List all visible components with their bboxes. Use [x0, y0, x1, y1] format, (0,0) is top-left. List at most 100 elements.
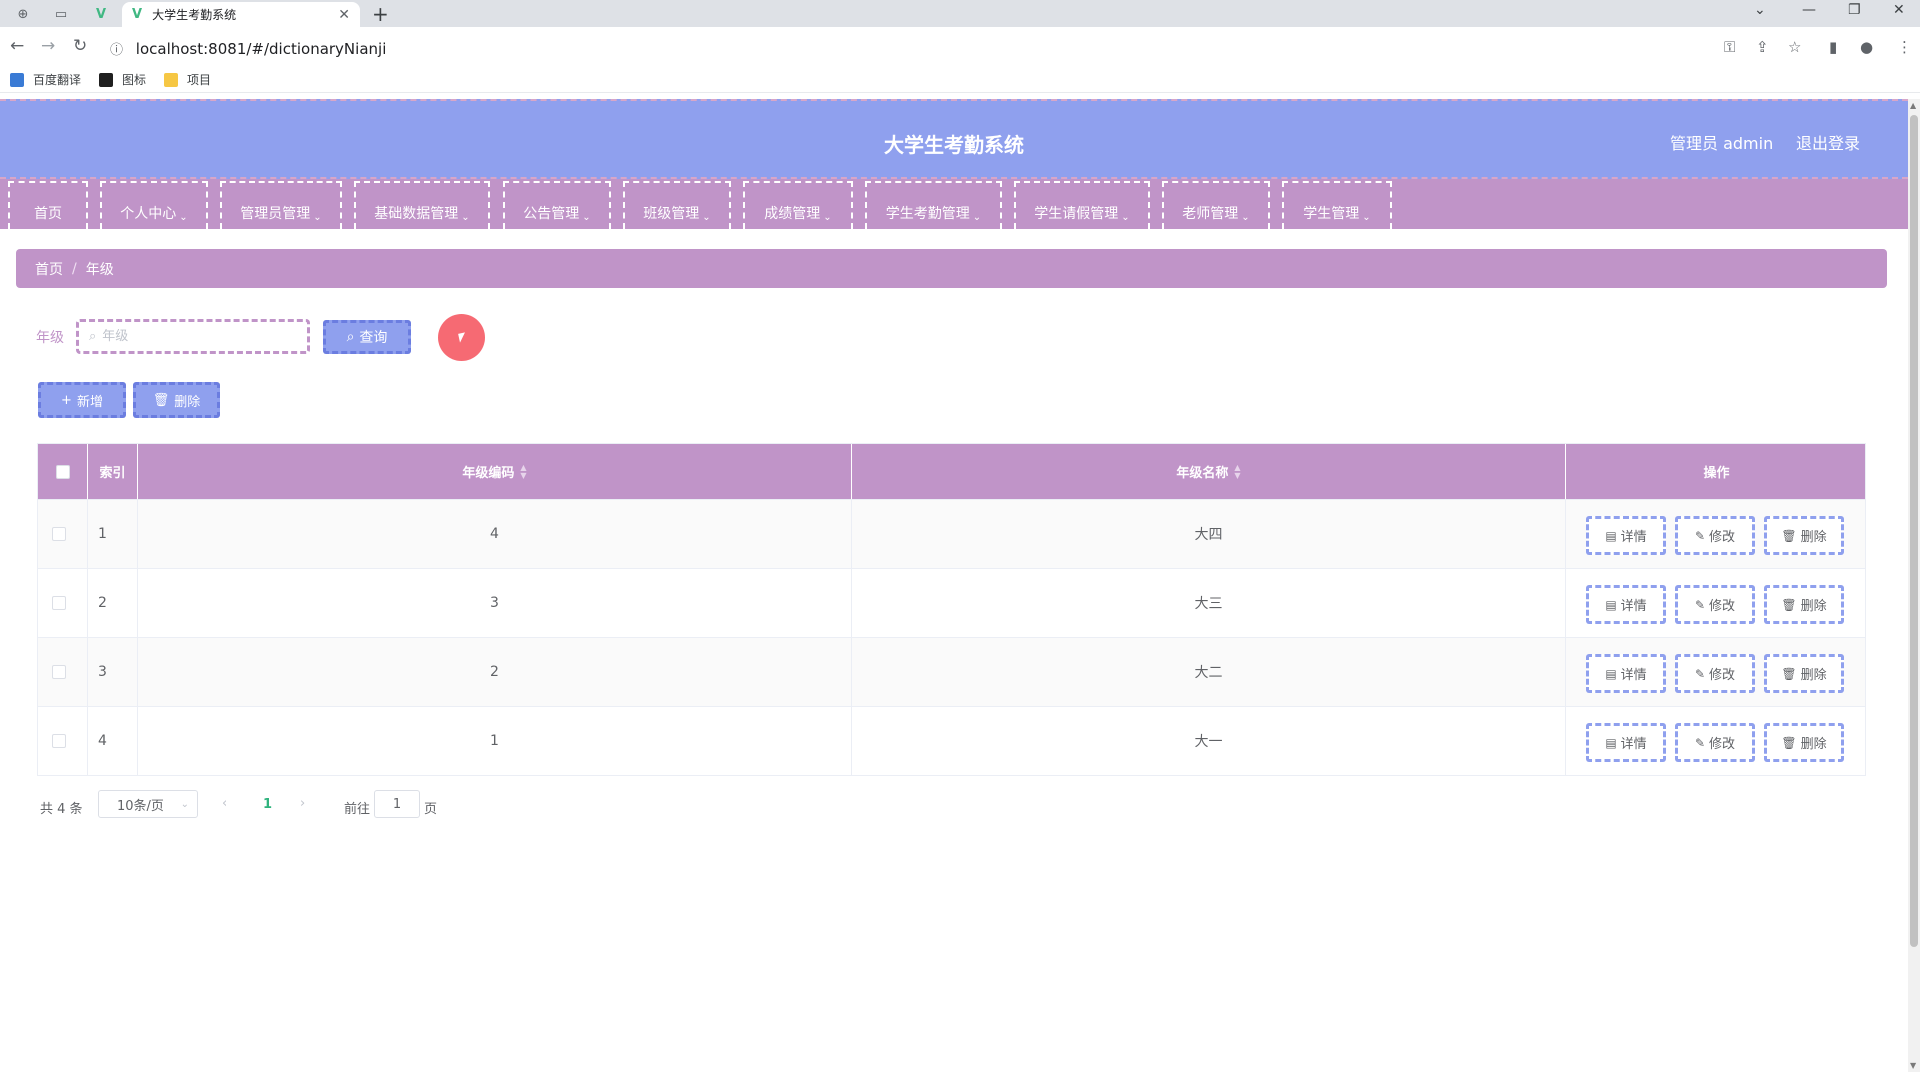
edit-button[interactable]: ✎ 修改	[1675, 723, 1755, 762]
detail-button[interactable]: ▤ 详情	[1586, 723, 1666, 762]
detail-button[interactable]: ▤ 详情	[1586, 516, 1666, 555]
add-button[interactable]: + 新增	[38, 382, 126, 418]
row-select-cell	[38, 707, 88, 775]
detail-button-label: 详情	[1620, 599, 1647, 614]
pagination: 共 4 条 10条/页 ⌄ ‹ 1 › 前往 1 页	[0, 790, 1920, 820]
trash-icon: 🗑	[1781, 735, 1797, 750]
menu-item-label: 基础数据管理	[374, 206, 459, 222]
tab-search-icon[interactable]: ⌄	[1754, 2, 1766, 18]
row-checkbox[interactable]	[52, 734, 66, 748]
table-row: 2 3 大三 ▤ 详情 ✎ 修改 🗑 删除	[38, 568, 1865, 637]
menu-item[interactable]: 公告管理 ⌄	[503, 181, 611, 229]
prev-page-icon[interactable]: ‹	[222, 796, 227, 811]
sort-icon[interactable]: ▲ ▼	[520, 463, 526, 480]
page-size-select[interactable]: 10条/页 ⌄	[98, 790, 198, 818]
menu-item[interactable]: 管理员管理 ⌄	[220, 181, 342, 229]
edit-button[interactable]: ✎ 修改	[1675, 516, 1755, 555]
grade-search-field[interactable]	[102, 329, 283, 344]
globe-icon[interactable]: ⊕	[10, 3, 36, 25]
minimize-icon[interactable]: —	[1802, 2, 1816, 18]
row-actions: ▤ 详情 ✎ 修改 🗑 删除	[1566, 569, 1867, 637]
blank-tab-icon[interactable]: ▭	[48, 3, 74, 25]
menu-item[interactable]: 个人中心 ⌄	[100, 181, 208, 229]
star-icon[interactable]: ☆	[1788, 38, 1801, 56]
detail-button[interactable]: ▤ 详情	[1586, 585, 1666, 624]
bulk-delete-button[interactable]: 🗑 删除	[133, 382, 220, 418]
document-icon: ▤	[1605, 735, 1617, 750]
tab-title: 大学生考勤系统	[152, 8, 237, 22]
goto-page-value: 1	[392, 796, 402, 812]
select-all-checkbox[interactable]	[55, 464, 70, 479]
row-select-cell	[38, 569, 88, 637]
menu-dots-icon[interactable]: ⋮	[1897, 38, 1912, 56]
restore-icon[interactable]: ❐	[1848, 2, 1861, 18]
scroll-up-icon[interactable]: ▲	[1910, 101, 1916, 110]
browser-tab-active[interactable]: V 大学生考勤系统 ✕	[122, 2, 360, 27]
delete-button[interactable]: 🗑 删除	[1764, 516, 1844, 555]
menu-item-label: 个人中心	[120, 206, 177, 222]
url-field[interactable]: ⓘ localhost:8081/#/dictionaryNianji	[110, 39, 386, 58]
row-checkbox[interactable]	[52, 665, 66, 679]
column-name[interactable]: 年级名称 ▲ ▼	[852, 444, 1566, 499]
table-row: 3 2 大二 ▤ 详情 ✎ 修改 🗑 删除	[38, 637, 1865, 706]
back-icon[interactable]: ←	[10, 36, 24, 56]
chevron-down-icon: ⌄	[972, 212, 982, 223]
info-icon[interactable]: ⓘ	[110, 43, 123, 58]
chevron-down-icon: ⌄	[461, 212, 470, 223]
chevron-down-icon: ⌄	[582, 212, 591, 223]
menu-item[interactable]: 首页	[8, 181, 88, 229]
delete-button[interactable]: 🗑 删除	[1764, 585, 1844, 624]
search-input[interactable]: ⌕	[76, 319, 310, 354]
delete-button[interactable]: 🗑 删除	[1764, 654, 1844, 693]
edit-button-label: 修改	[1709, 599, 1736, 614]
edit-button[interactable]: ✎ 修改	[1675, 585, 1755, 624]
menu-item[interactable]: 基础数据管理 ⌄	[354, 181, 490, 229]
goto-page-input[interactable]: 1	[374, 790, 420, 818]
menu-item[interactable]: 学生请假管理 ⌄	[1014, 181, 1150, 229]
app-header: 大学生考勤系统 管理员 admin 退出登录	[0, 99, 1908, 179]
profile-icon[interactable]: ●	[1860, 38, 1873, 56]
page-scrollbar[interactable]: ▲ ▼	[1908, 99, 1920, 1072]
menu-item[interactable]: 学生考勤管理 ⌄	[865, 181, 1002, 229]
edit-icon: ✎	[1694, 666, 1706, 681]
column-code[interactable]: 年级编码 ▲ ▼	[138, 444, 852, 499]
next-page-icon[interactable]: ›	[300, 796, 305, 811]
logout-link[interactable]: 退出登录	[1796, 130, 1860, 154]
scrollbar-thumb[interactable]	[1910, 115, 1918, 947]
scroll-down-icon[interactable]: ▼	[1910, 1061, 1916, 1070]
row-checkbox[interactable]	[52, 596, 66, 610]
column-label: 年级名称	[1176, 466, 1229, 481]
row-select-cell	[38, 500, 88, 568]
window-close-icon[interactable]: ✕	[1893, 2, 1905, 18]
row-checkbox[interactable]	[52, 527, 66, 541]
delete-button[interactable]: 🗑 删除	[1764, 723, 1844, 762]
row-code: 2	[138, 638, 852, 706]
vue-tab-icon[interactable]: V	[88, 3, 114, 25]
column-ops: 操作	[1566, 444, 1867, 499]
breadcrumb-home[interactable]: 首页	[35, 259, 63, 279]
menu-item[interactable]: 成绩管理 ⌄	[743, 181, 853, 229]
row-actions: ▤ 详情 ✎ 修改 🗑 删除	[1566, 500, 1867, 568]
image-icon	[99, 72, 113, 87]
reload-icon[interactable]: ↻	[73, 36, 87, 56]
menu-item[interactable]: 班级管理 ⌄	[623, 181, 731, 229]
bookmark-item[interactable]: 百度翻译	[10, 71, 81, 88]
edit-button[interactable]: ✎ 修改	[1675, 654, 1755, 693]
sort-icon[interactable]: ▲ ▼	[1234, 463, 1240, 480]
menu-item[interactable]: 学生管理 ⌄	[1282, 181, 1392, 229]
sidepanel-icon[interactable]: ▮	[1829, 38, 1837, 56]
bookmark-item[interactable]: 项目	[164, 71, 211, 88]
forward-icon[interactable]: →	[41, 36, 55, 56]
page-number[interactable]: 1	[263, 797, 272, 812]
query-button[interactable]: ⌕ 查询	[323, 320, 411, 354]
app-title: 大学生考勤系统	[884, 133, 1024, 157]
bookmark-item[interactable]: 图标	[99, 71, 146, 88]
menu-item[interactable]: 老师管理 ⌄	[1162, 181, 1270, 229]
row-name: 大一	[852, 707, 1566, 775]
detail-button[interactable]: ▤ 详情	[1586, 654, 1666, 693]
delete-button-label: 删除	[1800, 530, 1827, 545]
close-icon[interactable]: ✕	[338, 7, 350, 23]
new-tab-icon[interactable]: +	[372, 2, 389, 26]
share-icon[interactable]: ⇪	[1756, 38, 1769, 56]
key-icon[interactable]: ⚿	[1724, 38, 1735, 56]
